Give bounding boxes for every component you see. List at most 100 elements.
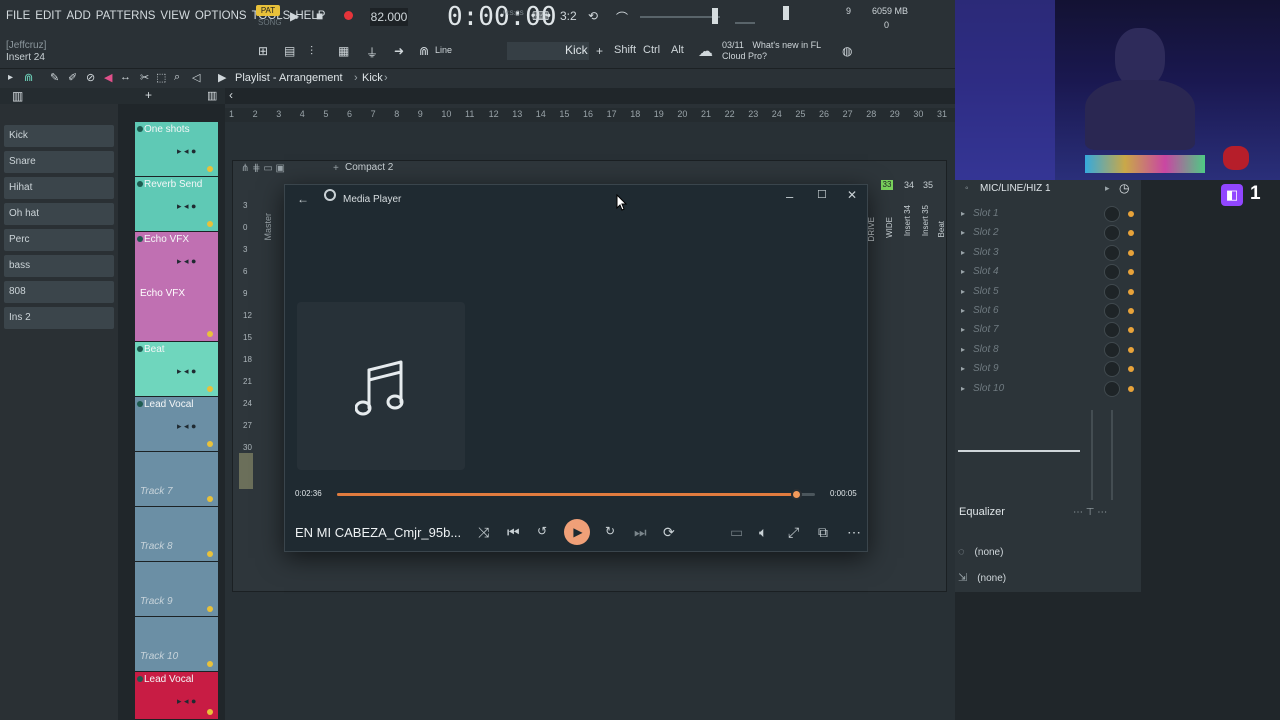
news-panel[interactable]: 03/11 What's new in FL Cloud Pro?	[722, 40, 821, 62]
input-select[interactable]: MIC/LINE/HIZ 1	[980, 183, 1051, 194]
menu-patterns[interactable]: PATTERNS	[96, 10, 156, 22]
slot-mix-knob[interactable]	[1104, 322, 1120, 339]
slot-expand-icon[interactable]: ▸	[961, 384, 965, 393]
shuffle-icon[interactable]: ⤨	[478, 524, 489, 541]
track-controls-icon[interactable]: ▸ ◂ ●	[177, 421, 196, 432]
slot-mix-knob[interactable]	[1104, 244, 1120, 261]
slot-enable-led[interactable]	[1128, 249, 1134, 256]
browser-item[interactable]: Hihat	[4, 177, 114, 199]
master-fader[interactable]	[239, 453, 253, 489]
effect-slot[interactable]: Slot 1	[973, 208, 999, 219]
pattern-name[interactable]: Kick	[565, 43, 588, 57]
magnet-snap-icon[interactable]: ⋒	[24, 71, 33, 84]
caption-icon[interactable]: ▭	[730, 524, 743, 541]
slot-enable-led[interactable]	[1128, 230, 1134, 237]
add-mixer-icon[interactable]: +	[333, 163, 339, 174]
track-controls-icon[interactable]: ▸ ◂ ●	[177, 256, 196, 267]
master-volume-handle[interactable]	[712, 8, 718, 24]
slot-enable-led[interactable]	[1128, 346, 1134, 353]
playlist-menu-icon[interactable]: ▸	[8, 72, 13, 83]
browser-item[interactable]: Kick	[4, 125, 114, 147]
slot-mix-knob[interactable]	[1104, 206, 1120, 222]
browser-item[interactable]: Oh hat	[4, 203, 114, 225]
slot-mix-knob[interactable]	[1104, 283, 1120, 300]
menu-file[interactable]: FILE	[6, 10, 30, 22]
volume-icon[interactable]: 🔈︎	[759, 524, 767, 541]
effect-slot[interactable]: Slot 6	[973, 305, 999, 316]
slot-mix-knob[interactable]	[1104, 225, 1120, 242]
track-led-icon[interactable]	[137, 346, 143, 352]
add-pattern-icon[interactable]: +	[596, 44, 603, 58]
slot-expand-icon[interactable]: ▸	[961, 287, 965, 296]
paint-tool-icon[interactable]: ✐	[68, 71, 77, 84]
track-controls-icon[interactable]: ▸ ◂ ●	[177, 201, 196, 212]
globe-icon[interactable]: ◍	[842, 44, 852, 58]
track-mute-led[interactable]	[207, 709, 213, 715]
slot-mix-knob[interactable]	[1104, 361, 1120, 378]
slot-enable-led[interactable]	[1128, 269, 1134, 276]
mixer-icon[interactable]: ▦	[338, 44, 349, 58]
fx-fader[interactable]	[1111, 410, 1113, 500]
delete-tool-icon[interactable]: ⊘	[86, 71, 95, 84]
playback-tool-icon[interactable]: ◁	[192, 71, 200, 84]
typing-keyboard-icon[interactable]: ⌨	[532, 9, 549, 23]
track-mute-led[interactable]	[207, 551, 213, 557]
slot-expand-icon[interactable]: ▸	[961, 306, 965, 315]
track-header[interactable]: Track 10	[135, 617, 218, 672]
slice-tool-icon[interactable]: ✂	[140, 71, 149, 84]
repeat-icon[interactable]: ⟳	[663, 524, 675, 541]
track-mute-led[interactable]	[207, 441, 213, 447]
close-icon[interactable]: ✕	[847, 188, 857, 202]
track-led-icon[interactable]	[137, 676, 143, 682]
track-header[interactable]: Lead Vocal ▸ ◂ ●	[135, 672, 218, 720]
browser-item[interactable]: Ins 2	[4, 307, 114, 329]
track-controls-icon[interactable]: ▸ ◂ ●	[177, 696, 196, 707]
track-header[interactable]: Track 8	[135, 507, 218, 562]
browser-item[interactable]: bass	[4, 255, 114, 277]
effect-slot[interactable]: Slot 8	[973, 344, 999, 355]
media-player-window[interactable]: ← Media Player – ☐ ✕ 0:02:36 0:00:05 EN …	[284, 184, 868, 552]
timeline-ruler[interactable]: 1 2 3 4 5 6 7 8 9 10 11 12 13 14 15 16 17 18 19 20 21 22 23 24 2…	[225, 108, 955, 122]
track-mute-led[interactable]	[207, 331, 213, 337]
rewind-10-icon[interactable]: ↺	[537, 524, 547, 538]
menu-edit[interactable]: EDIT	[35, 10, 61, 22]
zoom-tool-icon[interactable]: ⌕	[174, 71, 180, 84]
slot-enable-led[interactable]	[1128, 211, 1134, 217]
channel-rack-icon[interactable]: ▤	[284, 44, 295, 58]
pattern-icon[interactable]: ▥	[207, 89, 217, 102]
fullscreen-icon[interactable]: ⤢	[788, 524, 799, 541]
stop-icon[interactable]: ■	[316, 9, 323, 23]
track-mute-led[interactable]	[207, 606, 213, 612]
track-controls-icon[interactable]: ▸ ◂ ●	[177, 366, 196, 377]
piano-icon[interactable]: ▥	[12, 89, 23, 103]
clock-icon[interactable]: ◷	[1119, 181, 1129, 195]
seek-thumb[interactable]	[790, 489, 802, 500]
slot-expand-icon[interactable]: ▸	[961, 248, 965, 257]
draw-tool-icon[interactable]: ✎	[50, 71, 59, 84]
slot-expand-icon[interactable]: ▸	[961, 209, 965, 218]
effect-slot[interactable]: Slot 5	[973, 286, 999, 297]
track-header[interactable]: Reverb Send ▸ ◂ ●	[135, 177, 218, 232]
master-volume-slider[interactable]	[640, 16, 720, 18]
metronome-icon[interactable]: ⌒	[616, 9, 628, 26]
loop-icon[interactable]: ⟲	[588, 9, 598, 23]
track-led-icon[interactable]	[137, 181, 143, 187]
slip-tool-icon[interactable]: ↔	[120, 71, 131, 83]
mini-player-icon[interactable]: ⧉	[818, 524, 828, 541]
track-led-icon[interactable]	[137, 236, 143, 242]
playlist-icon[interactable]: ⊞	[258, 44, 268, 58]
slot-expand-icon[interactable]: ▸	[961, 364, 965, 373]
dropdown-icon[interactable]: ▸	[1105, 183, 1110, 194]
effect-slot[interactable]: Slot 9	[973, 363, 999, 374]
plugin-picker-icon[interactable]: ⏚	[366, 44, 378, 61]
select-tool-icon[interactable]: ⬚	[156, 71, 166, 84]
slot-mix-knob[interactable]	[1104, 264, 1120, 281]
slot-enable-led[interactable]	[1128, 327, 1134, 334]
mixer-tools-icon[interactable]: ⋔ ⋕ ▭ ▣	[241, 163, 285, 174]
playlist-play-icon[interactable]: ▶	[218, 71, 226, 84]
track-led-icon[interactable]	[137, 126, 143, 132]
fx-fader[interactable]	[1091, 410, 1093, 500]
effect-slot[interactable]: Slot 7	[973, 324, 999, 335]
arrow-right-icon[interactable]: ➜	[394, 44, 404, 58]
master-pitch-slider[interactable]	[735, 22, 755, 24]
